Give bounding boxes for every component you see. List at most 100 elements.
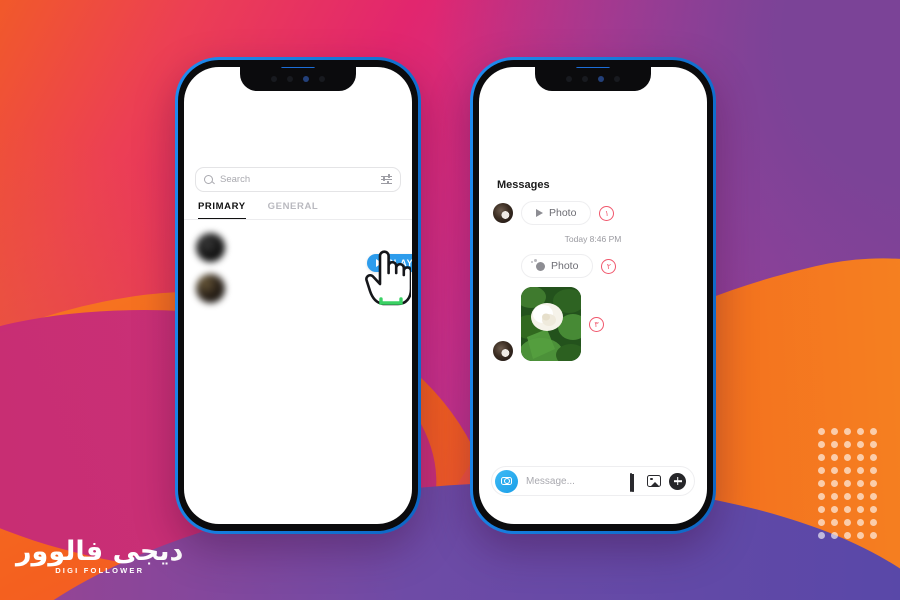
phone-notch-right <box>535 67 651 91</box>
phone-bezel-left: Search PRIMARY GENERAL PLAY <box>178 60 418 531</box>
phone-screen-right: Messages Photo ۱ Today 8:46 PM Photo ۲ ۳… <box>479 67 707 524</box>
avatar <box>196 274 225 303</box>
grid-dot <box>818 493 825 500</box>
message-input[interactable]: Message... <box>526 476 622 487</box>
plus-icon[interactable] <box>669 472 686 490</box>
grid-dot <box>818 532 825 539</box>
front-camera-icon <box>303 76 309 82</box>
grid-dot <box>870 519 877 526</box>
photo-badge-wrap: ۳ <box>589 287 604 361</box>
grid-dot <box>857 428 864 435</box>
grid-dot <box>844 480 851 487</box>
phone-screen-left: Search PRIMARY GENERAL PLAY <box>184 67 412 524</box>
grid-dot <box>831 506 838 513</box>
grid-dot <box>870 493 877 500</box>
ephemeral-photo-icon <box>531 258 545 271</box>
front-camera-icon <box>598 76 604 82</box>
status-badge: ۳ <box>589 316 604 332</box>
grid-dot <box>818 506 825 513</box>
tab-primary[interactable]: PRIMARY <box>198 201 246 219</box>
grid-dot <box>831 480 838 487</box>
dot-grid-decoration <box>818 428 883 545</box>
grid-dot <box>831 467 838 474</box>
photo-message-bubble[interactable]: Photo <box>521 201 592 225</box>
phone-notch-left <box>240 67 356 91</box>
grid-dot <box>870 532 877 539</box>
message-timestamp: Today 8:46 PM <box>564 234 622 244</box>
grid-dot <box>831 428 838 435</box>
grid-dot <box>857 454 864 461</box>
avatar <box>493 203 513 223</box>
message-composer[interactable]: Message... <box>491 466 695 496</box>
earpiece-speaker <box>281 67 315 68</box>
bubble-label: Photo <box>551 260 579 272</box>
grid-dot <box>857 467 864 474</box>
grid-dot <box>844 467 851 474</box>
avatar <box>196 233 225 262</box>
grid-dot <box>844 532 851 539</box>
message-row: Photo ۱ <box>493 201 693 225</box>
grid-dot <box>831 454 838 461</box>
ambient-sensor-icon <box>582 76 588 82</box>
message-row: Photo ۲ <box>493 254 693 278</box>
phone-mockup-right: Messages Photo ۱ Today 8:46 PM Photo ۲ ۳… <box>470 57 716 534</box>
photo-message-bubble[interactable]: Photo <box>521 254 594 278</box>
camera-icon[interactable] <box>495 469 518 493</box>
watermark-brand-fa: دیجی فالوور <box>16 536 184 567</box>
grid-dot <box>870 428 877 435</box>
grid-dot <box>818 441 825 448</box>
white-rose-photo <box>521 287 581 361</box>
play-triangle-icon <box>376 259 382 267</box>
grid-dot <box>857 519 864 526</box>
status-badge: ۱ <box>599 205 615 221</box>
grid-dot <box>831 441 838 448</box>
proximity-sensor-icon <box>566 76 572 82</box>
grid-dot <box>831 532 838 539</box>
grid-dot <box>844 519 851 526</box>
grid-dot <box>844 428 851 435</box>
bubble-label: Photo <box>549 207 577 219</box>
search-placeholder: Search <box>220 174 251 185</box>
grid-dot <box>844 506 851 513</box>
play-button-label: PLAY <box>387 258 412 268</box>
grid-dot <box>818 428 825 435</box>
microphone-icon[interactable] <box>630 472 639 492</box>
search-bar-container: Search <box>184 167 412 192</box>
grid-dot <box>857 506 864 513</box>
dot-projector-icon <box>319 76 325 82</box>
grid-dot <box>818 467 825 474</box>
play-button[interactable]: PLAY <box>367 254 412 272</box>
grid-dot <box>844 493 851 500</box>
grid-dot <box>870 480 877 487</box>
avatar <box>493 341 513 361</box>
grid-dot <box>870 467 877 474</box>
ambient-sensor-icon <box>287 76 293 82</box>
grid-dot <box>831 519 838 526</box>
grid-dot <box>818 454 825 461</box>
grid-dot <box>844 454 851 461</box>
composer-container: Message... <box>479 466 707 496</box>
grid-dot <box>870 454 877 461</box>
watermark-brand-en: DIGI FOLLOWER <box>55 566 145 575</box>
sliders-icon[interactable] <box>381 173 392 185</box>
proximity-sensor-icon <box>271 76 277 82</box>
image-icon[interactable] <box>647 475 661 487</box>
inbox-tabs: PRIMARY GENERAL <box>184 192 412 220</box>
chat-list-item[interactable] <box>184 268 412 309</box>
grid-dot <box>844 441 851 448</box>
grid-dot <box>831 493 838 500</box>
status-badge: ۲ <box>601 258 617 274</box>
photo-attachment[interactable] <box>521 287 581 361</box>
search-input[interactable]: Search <box>195 167 401 192</box>
message-row: ۳ <box>493 287 693 361</box>
grid-dot <box>870 441 877 448</box>
tab-general[interactable]: GENERAL <box>268 201 319 219</box>
phone-bezel-right: Messages Photo ۱ Today 8:46 PM Photo ۲ ۳… <box>473 60 713 531</box>
dot-projector-icon <box>614 76 620 82</box>
phone-mockup-left: Search PRIMARY GENERAL PLAY <box>175 57 421 534</box>
grid-dot <box>857 493 864 500</box>
grid-dot <box>818 480 825 487</box>
grid-dot <box>818 519 825 526</box>
grid-dot <box>857 480 864 487</box>
search-icon <box>204 175 213 184</box>
